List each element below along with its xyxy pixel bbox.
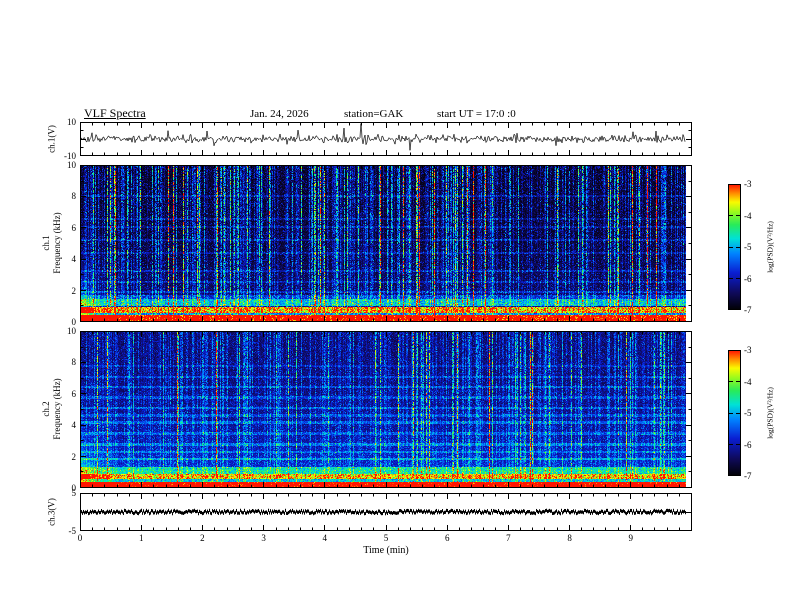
x-tick-label: 1 (138, 533, 144, 543)
colorbar-tick-label: -5 (744, 242, 752, 252)
ch1-colorbar (728, 184, 741, 310)
ch2-colorbar (728, 350, 741, 476)
y-tick-label: 10 (67, 160, 76, 170)
y-tick-label: 2 (71, 285, 77, 296)
vlf-spectra-figure: VLF Spectra Jan. 24, 2026 station=GAK st… (0, 0, 792, 612)
y-tick-label: 8 (71, 191, 77, 202)
colorbar-tick-label: -5 (744, 408, 752, 418)
ch1-waveform-canvas (80, 122, 692, 156)
x-axis-label: Time (min) (363, 545, 409, 556)
colorbar-tick-label: -7 (744, 471, 752, 481)
ch2-axis-label-line2: Frequency (kHz) (52, 378, 62, 440)
ch2-axis-label-line1: ch.2 (41, 401, 51, 417)
x-tick-label: 4 (322, 533, 328, 543)
ch3-voltage-axis-label: ch.3(V) (46, 498, 57, 526)
x-tick-label: 3 (261, 533, 266, 543)
colorbar-tick-label: -3 (744, 179, 752, 189)
colorbar-tick-label: -4 (744, 210, 752, 221)
y-tick-label: 2 (71, 451, 77, 462)
ch1-axis-label-line2: Frequency (kHz) (52, 212, 62, 274)
y-tick-label: 10 (67, 326, 76, 336)
colorbar-tick-label: -4 (744, 376, 752, 387)
ch3-waveform-canvas (80, 493, 692, 531)
y-tick-label: 4 (71, 420, 77, 431)
x-tick-label: 8 (567, 533, 572, 543)
y-tick-label: -5 (68, 526, 77, 536)
ch1-spectrogram-canvas (80, 165, 692, 322)
y-tick-label: 6 (71, 222, 77, 233)
plot-title: VLF Spectra (84, 106, 146, 120)
x-tick-label: 5 (383, 533, 389, 543)
y-tick-label: 5 (71, 488, 77, 498)
y-tick-label: 4 (71, 254, 77, 265)
plot-date: Jan. 24, 2026 (250, 108, 309, 120)
ch1-axis-label-line1: ch.1 (41, 235, 51, 251)
x-tick-label: 9 (628, 533, 634, 543)
start-ut-label: start UT = 17:0 :0 (437, 108, 516, 120)
y-tick-label: 6 (71, 388, 77, 399)
colorbar-tick-label: -6 (744, 439, 752, 450)
colorbar-tick-label: -3 (744, 345, 752, 355)
colorbar-tick-label: -7 (744, 305, 752, 315)
y-tick-label: 8 (71, 357, 77, 368)
y-tick-label: 10 (67, 117, 76, 127)
ch1-frequency-axis-label: ch.1 Frequency (kHz) (41, 212, 63, 273)
colorbar-tick-label: -6 (744, 273, 752, 284)
station-label: station=GAK (344, 108, 404, 120)
ch1-voltage-axis-label: ch.1(V) (46, 125, 57, 153)
ch2-spectrogram-canvas (80, 331, 692, 488)
x-tick-label: 6 (444, 533, 450, 543)
x-tick-label: 7 (506, 533, 511, 543)
ch2-frequency-axis-label: ch.2 Frequency (kHz) (41, 378, 63, 439)
x-tick-label: 2 (200, 533, 205, 543)
